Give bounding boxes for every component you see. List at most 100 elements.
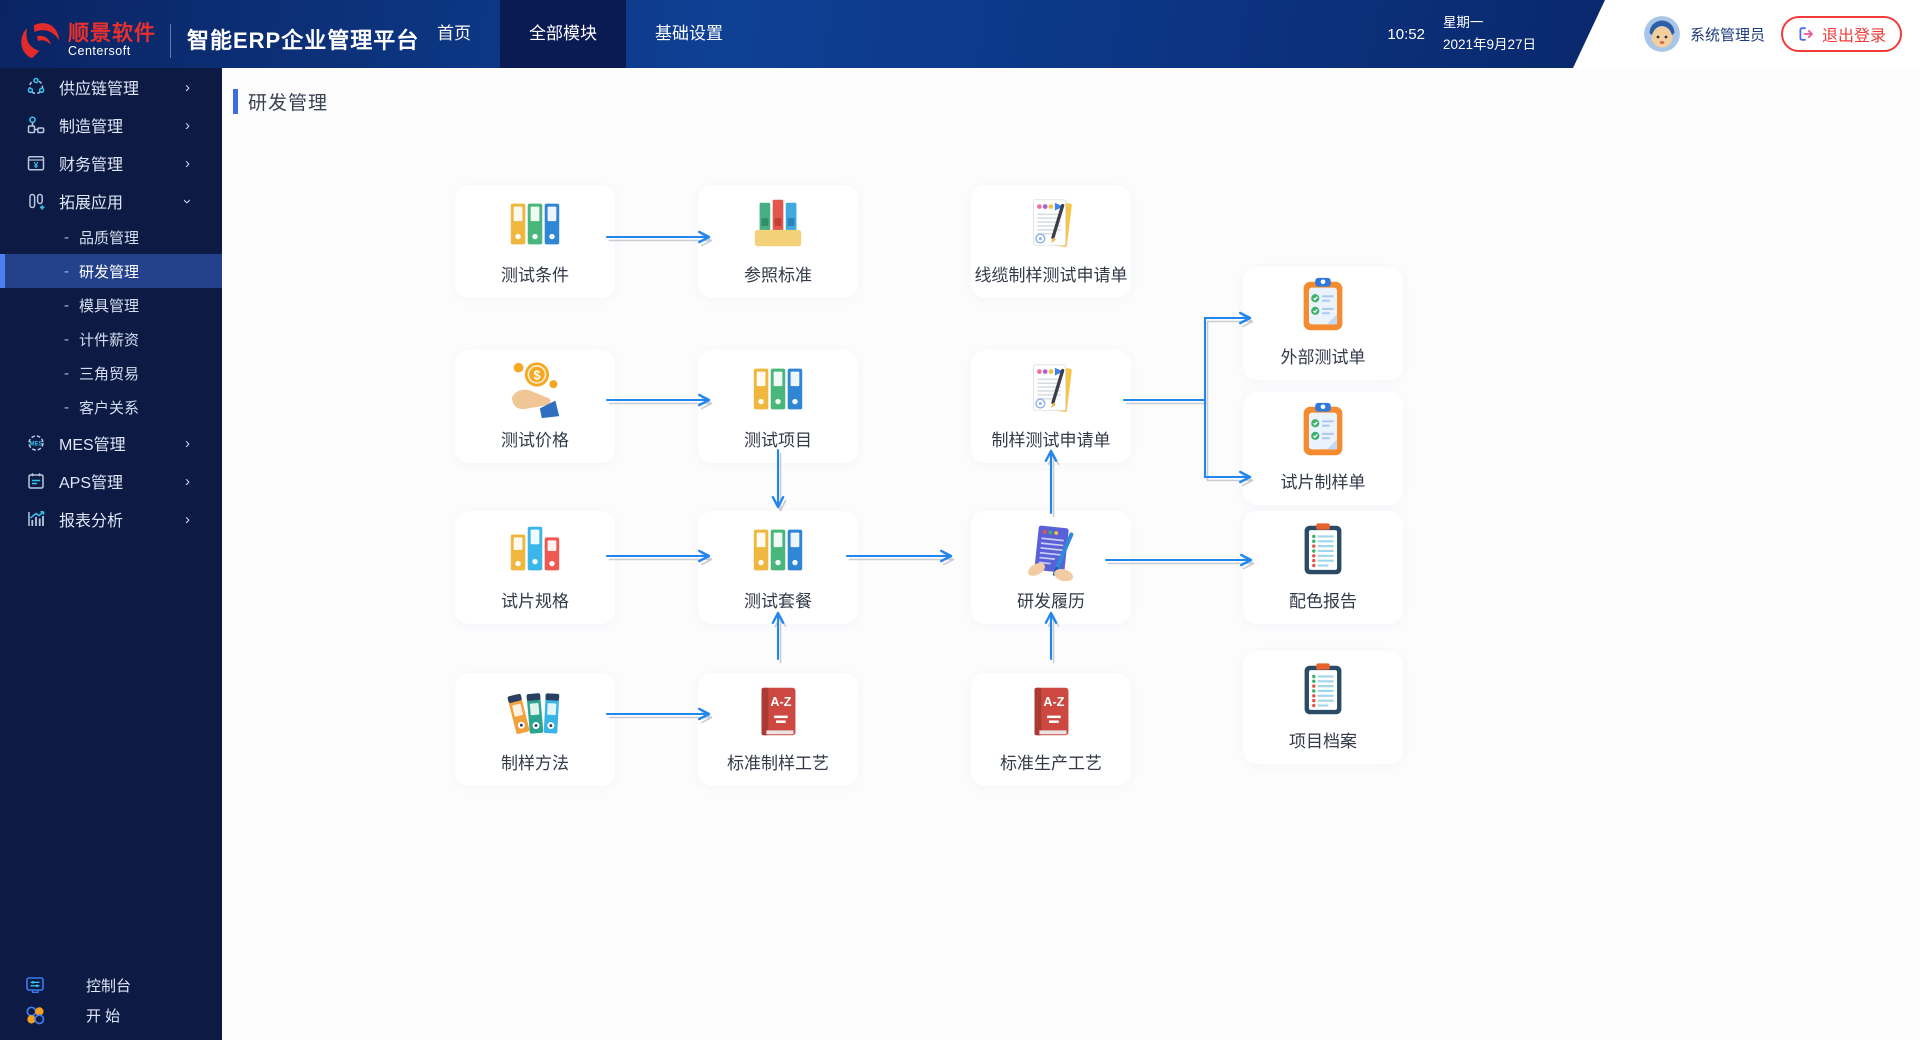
- logo-divider: [170, 24, 171, 58]
- coins-hand-icon: [504, 358, 566, 420]
- sidebar: 供应链管理 › 制造管理 › 财务管理 › 拓展应用 › - 品质管理 - 研发…: [0, 68, 222, 1040]
- flow-node-yanfa-lvli[interactable]: 研发履历: [971, 511, 1131, 624]
- main-content: 研发管理 测试条件参照标准线缆制样测试申请单测试价格 测试项目制样测试申请单 外部测…: [222, 68, 1920, 1040]
- sidebar-subitem-rnd[interactable]: - 研发管理: [0, 254, 222, 288]
- sidebar-item-label: 报表分析: [59, 507, 123, 531]
- binders-tilted-icon: [504, 681, 566, 743]
- chevron-down-icon: ›: [179, 199, 196, 204]
- sidebar-subitem-customer-relations[interactable]: - 客户关系: [0, 390, 222, 424]
- flow-node-shipian-guige[interactable]: 试片规格: [455, 511, 615, 624]
- top-header: 顺景软件 Centersoft 智能ERP企业管理平台 首页 全部模块 基础设置…: [0, 0, 1920, 68]
- sidebar-item-manufacturing[interactable]: 制造管理 ›: [0, 106, 222, 144]
- flow-node-label: 试片规格: [501, 587, 569, 612]
- logo-icon: [14, 18, 60, 64]
- flow-node-shipian-zhiyang[interactable]: 试片制样单: [1243, 392, 1403, 505]
- sidebar-subitem-label: 客户关系: [79, 397, 139, 418]
- dash-prefix: -: [64, 365, 69, 382]
- flow-node-label: 测试价格: [501, 426, 569, 451]
- sidebar-subitem-piece-wage[interactable]: - 计件薪资: [0, 322, 222, 356]
- flow-node-ceshi-xiangmu[interactable]: 测试项目: [698, 350, 858, 463]
- flow-node-peise-baogao[interactable]: 配色报告: [1243, 511, 1403, 624]
- flow-node-label: 试片制样单: [1281, 468, 1366, 493]
- user-name: 系统管理员: [1690, 24, 1765, 45]
- avatar[interactable]: [1644, 16, 1680, 52]
- console-button[interactable]: 控制台: [0, 970, 222, 1000]
- dash-prefix: -: [64, 331, 69, 348]
- tab-basic-settings[interactable]: 基础设置: [626, 0, 752, 68]
- flow-node-label: 线缆制样测试申请单: [975, 261, 1128, 286]
- sidebar-subitem-label: 研发管理: [79, 261, 139, 282]
- extended-apps-icon: [26, 191, 46, 211]
- chevron-right-icon: ›: [185, 511, 190, 528]
- binders-yellow-green-blue-icon: [747, 358, 809, 420]
- flow-node-label: 标准制样工艺: [727, 749, 829, 774]
- flow-node-xianlan-shenqing[interactable]: 线缆制样测试申请单: [971, 185, 1131, 298]
- flow-node-ceshi-taocan[interactable]: 测试套餐: [698, 511, 858, 624]
- sidebar-subitem-quality[interactable]: - 品质管理: [0, 220, 222, 254]
- sidebar-item-label: 供应链管理: [59, 75, 139, 99]
- logout-button[interactable]: 退出登录: [1781, 16, 1902, 52]
- logo-subtitle: Centersoft: [68, 45, 156, 58]
- sidebar-subitem-mold[interactable]: - 模具管理: [0, 288, 222, 322]
- tab-all-modules[interactable]: 全部模块: [500, 0, 626, 68]
- sidebar-item-extended-apps[interactable]: 拓展应用 ›: [0, 182, 222, 220]
- sidebar-item-mes[interactable]: MES管理 ›: [0, 424, 222, 462]
- flow-node-xiangmu-dangan[interactable]: 项目档案: [1243, 651, 1403, 764]
- sidebar-item-report-analysis[interactable]: 报表分析 ›: [0, 500, 222, 538]
- logout-label: 退出登录: [1822, 22, 1886, 46]
- tab-home[interactable]: 首页: [408, 0, 500, 68]
- sidebar-subitem-label: 模具管理: [79, 295, 139, 316]
- flow-node-label: 研发履历: [1017, 587, 1085, 612]
- flow-node-canzhao-biaozhun[interactable]: 参照标准: [698, 185, 858, 298]
- flow-node-label: 制样测试申请单: [992, 426, 1111, 451]
- sidebar-item-finance[interactable]: 财务管理 ›: [0, 144, 222, 182]
- logo: 顺景软件 Centersoft 智能ERP企业管理平台: [14, 7, 419, 75]
- manufacturing-icon: [26, 115, 46, 135]
- flow-node-ceshi-tiaojian[interactable]: 测试条件: [455, 185, 615, 298]
- books-tray-icon: [747, 193, 809, 255]
- sidebar-subitem-label: 计件薪资: [79, 329, 139, 350]
- finance-icon: [26, 153, 46, 173]
- sidebar-item-label: APS管理: [59, 469, 123, 493]
- sidebar-subitem-triangle-trade[interactable]: - 三角贸易: [0, 356, 222, 390]
- logout-icon: [1797, 25, 1815, 43]
- flow-node-zhiyang-fangfa[interactable]: 制样方法: [455, 673, 615, 786]
- flow-node-ceshi-jiage[interactable]: 测试价格: [455, 350, 615, 463]
- doc-writing-icon: [1020, 519, 1082, 581]
- start-icon: [24, 1004, 46, 1026]
- flow-node-bz-shengchan-gongyi[interactable]: 标准生产工艺: [971, 673, 1131, 786]
- flow-node-label: 外部测试单: [1281, 343, 1366, 368]
- clipboard-navy-icon: [1292, 659, 1354, 721]
- sidebar-subitem-label: 品质管理: [79, 227, 139, 248]
- start-label: 开 始: [86, 1005, 120, 1026]
- clock-time: 10:52: [1387, 26, 1425, 43]
- sidebar-subitem-label: 三角贸易: [79, 363, 139, 384]
- title-accent-bar: [233, 89, 238, 114]
- chevron-right-icon: ›: [185, 435, 190, 452]
- chevron-right-icon: ›: [185, 473, 190, 490]
- start-button[interactable]: 开 始: [0, 1000, 222, 1030]
- mes-icon: [26, 433, 46, 453]
- aps-icon: [26, 471, 46, 491]
- doc-pencil-icon: [1020, 358, 1082, 420]
- sidebar-item-label: MES管理: [59, 431, 126, 455]
- dash-prefix: -: [64, 399, 69, 416]
- sidebar-item-label: 拓展应用: [59, 189, 123, 213]
- sidebar-footer: 控制台 开 始: [0, 970, 222, 1030]
- logo-brand: 顺景软件: [68, 23, 156, 45]
- flow-node-zhiyang-shenqing[interactable]: 制样测试申请单: [971, 350, 1131, 463]
- book-az-icon: [1020, 681, 1082, 743]
- book-az-icon: [747, 681, 809, 743]
- console-label: 控制台: [86, 975, 131, 996]
- flow-node-waibu-ceshidan[interactable]: 外部测试单: [1243, 267, 1403, 380]
- sidebar-item-aps[interactable]: APS管理 ›: [0, 462, 222, 500]
- page-title-text: 研发管理: [248, 88, 328, 115]
- flow-node-label: 配色报告: [1289, 587, 1357, 612]
- sidebar-item-label: 制造管理: [59, 113, 123, 137]
- console-icon: [24, 974, 46, 996]
- header-user-area: 系统管理员 退出登录: [1540, 0, 1920, 68]
- binders-yellow-cyan-red-icon: [504, 519, 566, 581]
- dash-prefix: -: [64, 297, 69, 314]
- flow-node-bz-zhiyang-gongyi[interactable]: 标准制样工艺: [698, 673, 858, 786]
- clipboard-orange-icon: [1292, 275, 1354, 337]
